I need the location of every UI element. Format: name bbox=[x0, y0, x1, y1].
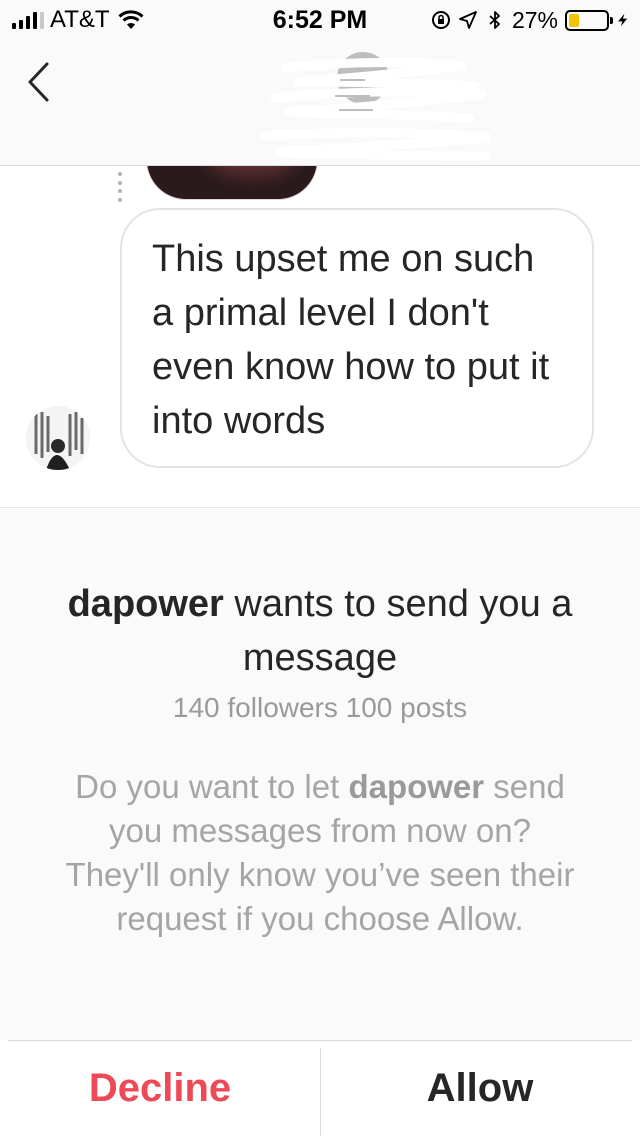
request-title: dapower wants to send you a message bbox=[40, 577, 600, 685]
status-bar: AT&T 6:52 PM 27% bbox=[0, 0, 640, 40]
battery-percent: 27% bbox=[511, 6, 558, 33]
message-bubble: This upset me on such a primal level I d… bbox=[120, 208, 594, 468]
avatar-image bbox=[26, 406, 90, 470]
message-request-panel: dapower wants to send you a message 140 … bbox=[0, 509, 640, 1040]
redaction-scribble bbox=[260, 57, 491, 161]
chevron-left-icon bbox=[28, 62, 49, 102]
request-username: dapower bbox=[67, 583, 224, 625]
charging-icon bbox=[618, 13, 628, 27]
status-right: 27% bbox=[431, 6, 630, 33]
conversation-header bbox=[0, 40, 640, 166]
shared-media-thumbnail[interactable] bbox=[146, 166, 318, 200]
bluetooth-icon bbox=[489, 11, 500, 29]
battery-fill bbox=[569, 13, 579, 27]
sender-avatar[interactable] bbox=[26, 406, 90, 470]
orientation-lock-icon bbox=[431, 11, 450, 29]
thread-dots bbox=[118, 172, 124, 202]
decline-button[interactable]: Decline bbox=[0, 1040, 320, 1136]
request-title-suffix: wants to send you a message bbox=[223, 583, 573, 679]
message-text: This upset me on such a primal level I d… bbox=[152, 238, 550, 442]
request-body-prefix: Do you want to let bbox=[75, 768, 349, 805]
request-body-username: dapower bbox=[348, 768, 485, 805]
battery-icon bbox=[565, 9, 613, 31]
allow-button[interactable]: Allow bbox=[320, 1040, 640, 1136]
message-thread: This upset me on such a primal level I d… bbox=[0, 166, 640, 508]
location-icon bbox=[459, 11, 477, 29]
back-button[interactable] bbox=[20, 60, 60, 104]
request-actions: Decline Allow bbox=[0, 1040, 640, 1136]
request-body: Do you want to let dapower send you mess… bbox=[60, 765, 580, 941]
request-stats: 140 followers 100 posts bbox=[172, 692, 468, 723]
